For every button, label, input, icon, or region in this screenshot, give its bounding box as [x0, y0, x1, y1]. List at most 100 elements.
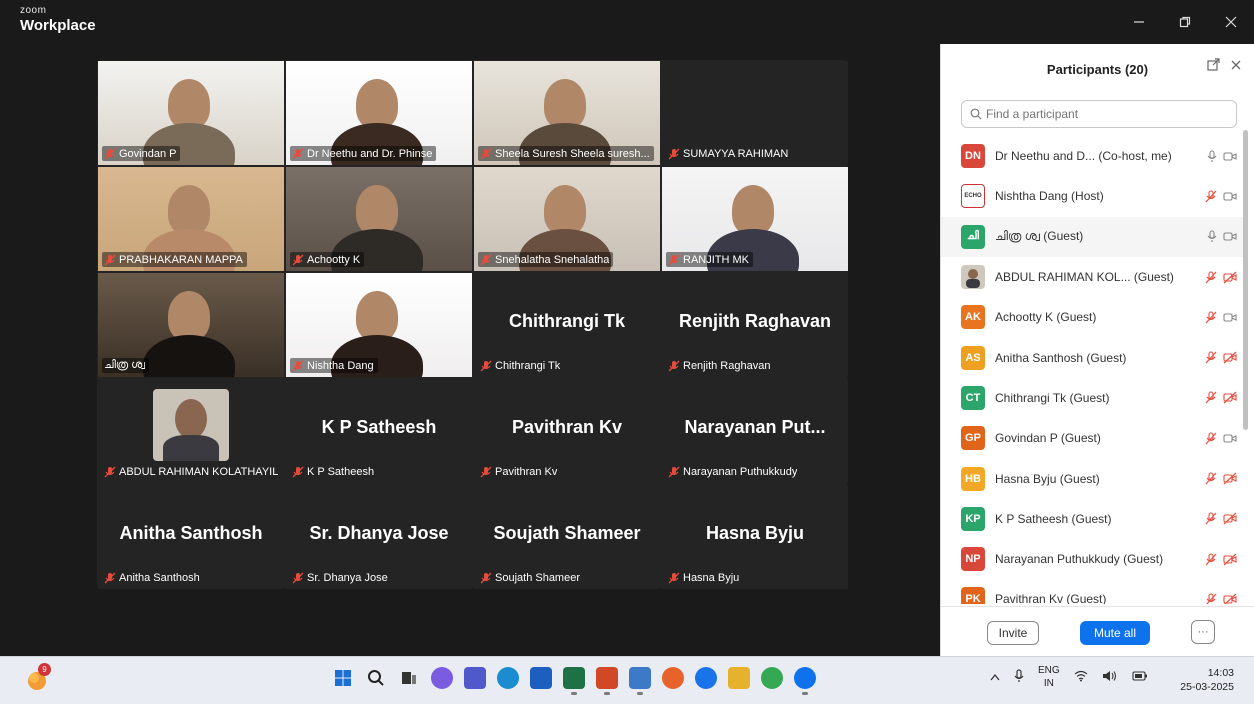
- tile-name: Narayanan Puthukkudy: [683, 465, 798, 478]
- mic-muted-icon[interactable]: [1204, 351, 1217, 364]
- mic-muted-icon[interactable]: [1204, 512, 1217, 525]
- mic-muted-icon[interactable]: [1204, 472, 1217, 485]
- firefox-icon[interactable]: [662, 667, 684, 689]
- video-tile[interactable]: Govindan P: [98, 61, 284, 165]
- battery-icon[interactable]: [1132, 670, 1148, 685]
- microphone-icon[interactable]: [1014, 669, 1024, 686]
- copilot-icon[interactable]: [431, 667, 453, 689]
- language-indicator[interactable]: ENG IN: [1038, 665, 1060, 690]
- participant-row[interactable]: AK Achootty K (Guest): [941, 297, 1245, 337]
- camera-off-icon[interactable]: [1223, 271, 1237, 284]
- tile-name-label: Sr. Dhanya Jose: [290, 570, 392, 585]
- tile-name: Sheela Suresh Sheela suresh...: [495, 147, 650, 160]
- mic-muted-icon[interactable]: [1204, 432, 1217, 445]
- video-tile[interactable]: Snehalatha Snehalatha: [474, 167, 660, 271]
- camera-off-icon[interactable]: [1223, 472, 1237, 485]
- volume-icon[interactable]: [1102, 670, 1118, 685]
- camera-icon[interactable]: [1223, 151, 1237, 162]
- task-view-icon[interactable]: [398, 667, 420, 689]
- video-tile[interactable]: K P Satheesh K P Satheesh: [286, 379, 472, 483]
- mic-muted-icon[interactable]: [1204, 270, 1217, 284]
- excel-icon[interactable]: [563, 667, 585, 695]
- edge-icon[interactable]: [497, 667, 519, 689]
- video-tile[interactable]: Sr. Dhanya Jose Sr. Dhanya Jose: [286, 485, 472, 589]
- mic-icon[interactable]: [1207, 150, 1217, 163]
- camera-icon[interactable]: [1223, 231, 1237, 242]
- video-tile[interactable]: Soujath Shameer Soujath Shameer: [474, 485, 660, 589]
- mic-muted-icon[interactable]: [1204, 190, 1217, 203]
- participant-row[interactable]: PK Pavithran Kv (Guest): [941, 579, 1245, 604]
- video-tile[interactable]: RANJITH MK: [662, 167, 848, 271]
- video-tile[interactable]: Chithrangi Tk Chithrangi Tk: [474, 273, 660, 377]
- mic-muted-icon[interactable]: [1204, 391, 1217, 404]
- tile-name-label: Govindan P: [102, 146, 181, 161]
- weather-widget[interactable]: 9: [24, 663, 52, 695]
- video-tile[interactable]: Achootty K: [286, 167, 472, 271]
- participant-row[interactable]: ECHO Nishtha Dang (Host): [941, 176, 1245, 216]
- restore-button[interactable]: [1162, 0, 1208, 44]
- camera-off-icon[interactable]: [1223, 351, 1237, 364]
- participant-row[interactable]: HB Hasna Byju (Guest): [941, 458, 1245, 498]
- camera-off-icon[interactable]: [1223, 553, 1237, 566]
- close-button[interactable]: [1208, 0, 1254, 44]
- participant-row[interactable]: CT Chithrangi Tk (Guest): [941, 378, 1245, 418]
- file-explorer-icon[interactable]: [728, 667, 750, 689]
- camera-off-icon[interactable]: [1223, 593, 1237, 604]
- video-tile[interactable]: Renjith Raghavan Renjith Raghavan: [662, 273, 848, 377]
- participant-row[interactable]: NP Narayanan Puthukkudy (Guest): [941, 539, 1245, 579]
- camera-off-icon[interactable]: [1223, 391, 1237, 404]
- camera-icon[interactable]: [1223, 191, 1237, 202]
- camera-off-icon[interactable]: [1223, 512, 1237, 525]
- video-tile[interactable]: Pavithran Kv Pavithran Kv: [474, 379, 660, 483]
- mic-muted-icon: [668, 254, 680, 266]
- search-input[interactable]: [986, 107, 1226, 121]
- more-options-button[interactable]: ···: [1191, 620, 1215, 644]
- video-tile[interactable]: PRABHAKARAN MAPPA: [98, 167, 284, 271]
- wifi-icon[interactable]: [1074, 670, 1088, 685]
- camera-icon[interactable]: [1223, 433, 1237, 444]
- video-tile[interactable]: Narayanan Put... Narayanan Puthukkudy: [662, 379, 848, 483]
- video-tile[interactable]: Dr Neethu and Dr. Phinse: [286, 61, 472, 165]
- camera-icon[interactable]: [1223, 312, 1237, 323]
- teams-icon[interactable]: [464, 667, 486, 689]
- notepad-icon[interactable]: [629, 667, 651, 695]
- powerpoint-icon[interactable]: [596, 667, 618, 695]
- video-tile[interactable]: SUMAYYA RAHIMAN: [662, 61, 848, 165]
- participant-row[interactable]: DN Dr Neethu and D... (Co-host, me): [941, 136, 1245, 176]
- tile-name-label: Nishtha Dang: [290, 358, 378, 373]
- participant-search[interactable]: [961, 100, 1237, 128]
- participant-row[interactable]: KP K P Satheesh (Guest): [941, 499, 1245, 539]
- mute-all-button[interactable]: Mute all: [1080, 621, 1150, 645]
- popout-icon[interactable]: [1207, 58, 1220, 75]
- participants-scrollbar[interactable]: [1243, 130, 1248, 430]
- store-icon[interactable]: [530, 667, 552, 689]
- chrome-blue-icon[interactable]: [695, 667, 717, 689]
- video-tile[interactable]: Nishtha Dang: [286, 273, 472, 377]
- video-tile[interactable]: Anitha Santhosh Anitha Santhosh: [98, 485, 284, 589]
- video-tile[interactable]: ABDUL RAHIMAN KOLATHAYIL: [98, 379, 284, 483]
- mic-muted-icon[interactable]: [1204, 311, 1217, 324]
- video-tile[interactable]: ചിത്ര ശ്വ: [98, 273, 284, 377]
- participant-row[interactable]: ABDUL RAHIMAN KOL... (Guest): [941, 257, 1245, 297]
- chevron-up-icon[interactable]: [990, 672, 1000, 684]
- chrome-icon[interactable]: [761, 667, 783, 689]
- mic-muted-icon[interactable]: [1204, 593, 1217, 604]
- video-tile[interactable]: Sheela Suresh Sheela suresh...: [474, 61, 660, 165]
- mic-muted-icon[interactable]: [1204, 553, 1217, 566]
- tile-name: Soujath Shameer: [495, 571, 580, 584]
- participant-row[interactable]: ചി ചിത്ര ശ്വ (Guest): [941, 216, 1245, 257]
- video-tile[interactable]: Hasna Byju Hasna Byju: [662, 485, 848, 589]
- invite-button[interactable]: Invite: [987, 621, 1039, 645]
- windows-start-icon[interactable]: [332, 667, 354, 689]
- minimize-button[interactable]: [1116, 0, 1162, 44]
- participant-display-name: Chithrangi Tk: [509, 311, 625, 331]
- clock[interactable]: 14:03 25-03-2025: [1180, 667, 1234, 694]
- mic-icon[interactable]: [1207, 230, 1217, 243]
- participant-row[interactable]: AS Anitha Santhosh (Guest): [941, 337, 1245, 377]
- close-panel-icon[interactable]: [1230, 58, 1242, 75]
- participant-row[interactable]: GP Govindan P (Guest): [941, 418, 1245, 458]
- participant-display-name: Soujath Shameer: [493, 523, 641, 543]
- search-icon[interactable]: [365, 667, 387, 689]
- participant-name: ABDUL RAHIMAN KOL... (Guest): [995, 270, 1174, 285]
- zoom-icon[interactable]: [794, 667, 816, 695]
